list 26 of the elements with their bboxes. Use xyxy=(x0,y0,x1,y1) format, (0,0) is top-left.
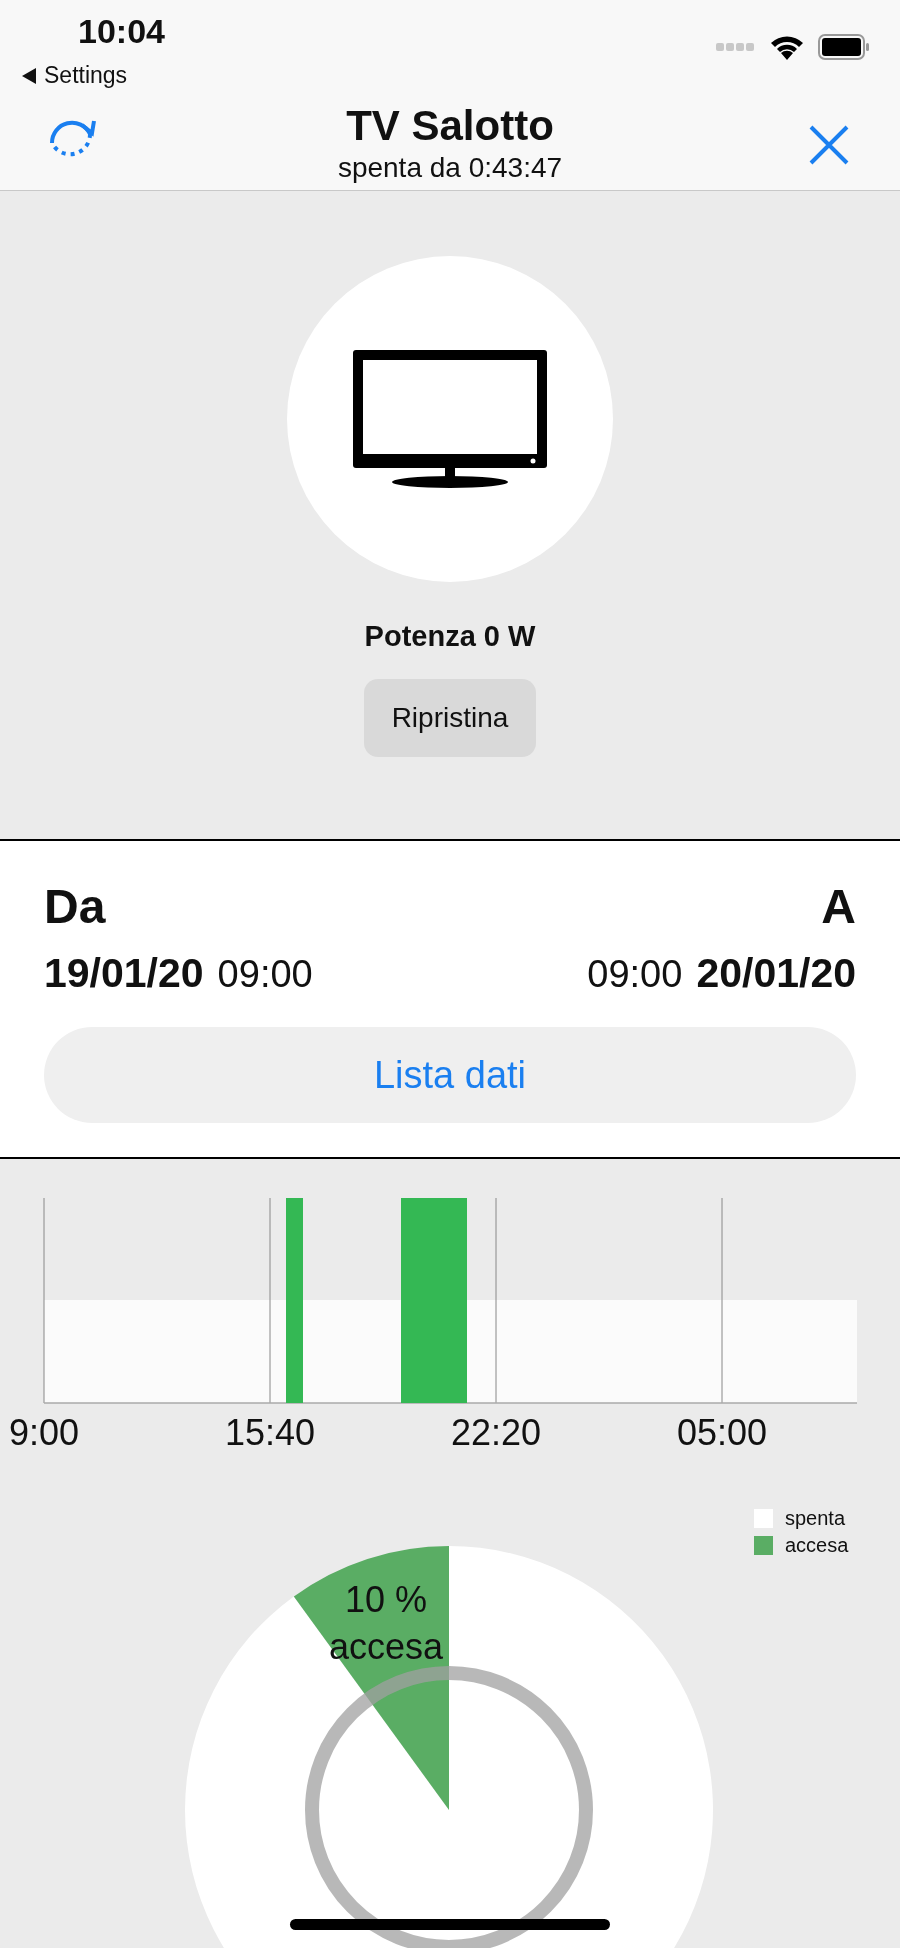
to-time[interactable]: 09:00 xyxy=(587,953,683,996)
legend-label: accesa xyxy=(785,1534,849,1557)
slice-label: 10 % xyxy=(344,1579,428,1620)
battery-icon xyxy=(818,34,870,60)
back-link[interactable]: Settings xyxy=(22,62,128,89)
tv-icon xyxy=(351,348,549,490)
status-time: 10:04 xyxy=(78,12,165,51)
slice-label: accesa xyxy=(328,1626,444,1667)
axis-label: 05:00 xyxy=(676,1412,768,1453)
power-reading: Potenza 0 W xyxy=(364,620,536,653)
axis-label: 22:20 xyxy=(450,1412,542,1453)
to-label: A xyxy=(821,879,856,934)
axis-label: 15:40 xyxy=(224,1412,316,1453)
wifi-icon xyxy=(770,34,804,60)
back-icon xyxy=(22,67,36,84)
signal-icon xyxy=(716,42,756,52)
legend-label: spenta xyxy=(785,1507,846,1530)
from-label: Da xyxy=(44,879,106,934)
device-title: TV Salotto xyxy=(346,102,554,150)
status-subtitle: spenta da 0:43:47 xyxy=(337,152,563,184)
axis-label: 9:00 xyxy=(8,1412,80,1453)
from-time[interactable]: 09:00 xyxy=(217,953,313,996)
close-icon[interactable] xyxy=(808,124,850,166)
to-date[interactable]: 20/01/20 xyxy=(696,950,856,997)
reset-button[interactable]: Ripristina xyxy=(364,679,536,757)
from-date[interactable]: 19/01/20 xyxy=(44,950,204,997)
